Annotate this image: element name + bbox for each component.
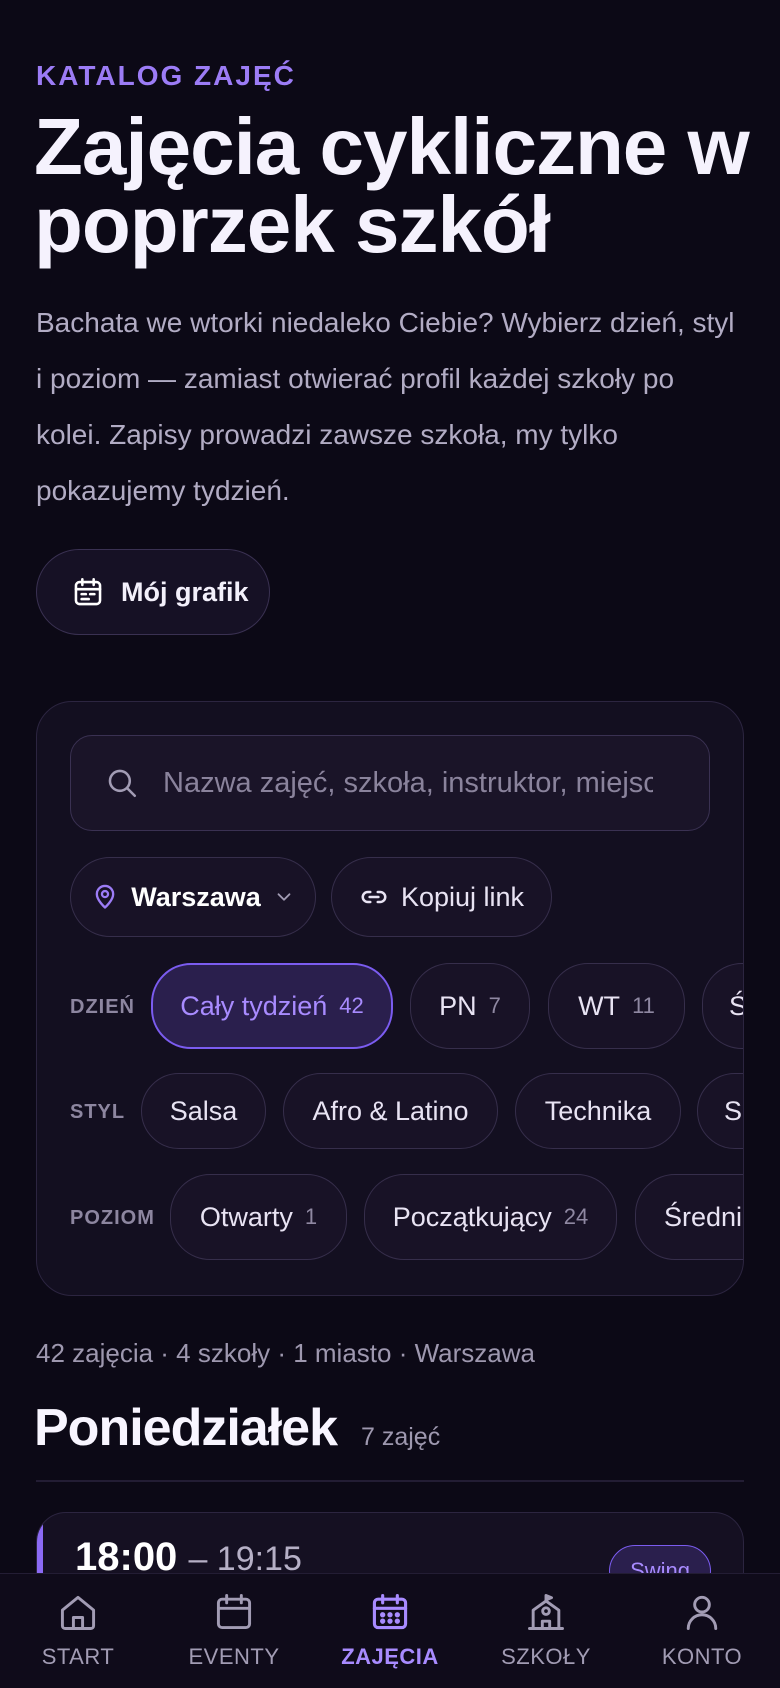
chevron-down-icon	[277, 893, 291, 901]
copy-link-label: Kopiuj link	[400, 881, 525, 912]
chip-label: Otwarty	[199, 1201, 293, 1232]
divider	[36, 1480, 744, 1482]
day-chip-mon[interactable]: PN 7	[410, 963, 530, 1049]
class-catalog-page: KATALOG ZAJĘĆ Zajęcia cykliczne w poprze…	[0, 0, 780, 1688]
tab-label: EVENTY	[188, 1644, 280, 1669]
calendar-grid-icon	[372, 1593, 408, 1630]
style-chip-afro-latino[interactable]: Afro & Latino	[283, 1073, 498, 1149]
my-schedule-label: Mój grafik	[121, 576, 249, 607]
style-chip-salsa[interactable]: Salsa	[141, 1073, 266, 1149]
chip-label: WT	[578, 990, 621, 1021]
chip-count: 7	[488, 993, 501, 1018]
tab-account[interactable]: KONTO	[624, 1574, 780, 1688]
chip-label: Salsa	[169, 1095, 238, 1126]
search-icon	[108, 769, 137, 798]
level-chip-open[interactable]: Otwarty 1	[170, 1174, 347, 1260]
style-chip-technika[interactable]: Technika	[515, 1073, 681, 1149]
school-icon	[528, 1594, 564, 1630]
calendar-icon	[216, 1594, 252, 1630]
filter-panel: Warszawa Kopiuj link DZIEŃ Cały tydzień …	[36, 701, 744, 1296]
tab-label: SZKOŁY	[501, 1644, 591, 1669]
eyebrow: KATALOG ZAJĘĆ	[36, 60, 296, 91]
chip-count: 42	[339, 993, 364, 1018]
chip-label: Technika	[544, 1095, 652, 1126]
copy-link-button[interactable]: Kopiuj link	[331, 857, 552, 937]
home-icon	[60, 1595, 96, 1630]
tab-start[interactable]: START	[0, 1574, 156, 1688]
chip-label: Średni	[664, 1201, 743, 1232]
chip-count: 24	[563, 1204, 589, 1229]
day-header: Poniedziałek 7 zajęć	[34, 1398, 440, 1458]
page-title: Zajęcia cykliczne w poprzek szkół	[34, 102, 750, 269]
chip-label: Początkujący	[392, 1201, 552, 1232]
day-chip-tue[interactable]: WT 11	[548, 963, 685, 1049]
tab-label: ZAJĘCIA	[341, 1644, 439, 1669]
chip-label: PN	[439, 990, 477, 1021]
chip-label: Cały tydzień	[180, 990, 328, 1021]
day-class-count: 7 zajęć	[361, 1423, 441, 1451]
day-filter-label: DZIEŃ	[70, 996, 135, 1018]
link-icon	[361, 890, 387, 904]
search-box	[70, 735, 710, 831]
chip-count: 11	[632, 993, 655, 1018]
lead-text: Bachata we wtorki niedaleko Ciebie? Wybi…	[36, 307, 735, 506]
results-summary: 42 zajęcia · 4 szkoły · 1 miasto · Warsz…	[36, 1338, 535, 1368]
user-icon	[686, 1595, 718, 1630]
chip-label: Ś	[729, 991, 743, 1022]
calendar-icon	[74, 577, 102, 606]
tab-label: KONTO	[661, 1644, 743, 1669]
level-filter-label: POZIOM	[70, 1207, 155, 1229]
day-chip-wed[interactable]: Ś	[702, 963, 743, 1049]
tab-classes[interactable]: ZAJĘCIA	[312, 1574, 468, 1688]
day-chip-all[interactable]: Cały tydzień 42	[151, 963, 393, 1049]
search-input[interactable]	[163, 766, 653, 800]
tab-label: START	[41, 1644, 115, 1669]
level-chip-beginner[interactable]: Początkujący 24	[364, 1174, 617, 1260]
chip-label: Afro & Latino	[312, 1095, 469, 1126]
level-chip-intermediate[interactable]: Średni	[635, 1174, 743, 1260]
my-schedule-button[interactable]: Mój grafik	[36, 549, 270, 635]
chip-label: S	[724, 1095, 743, 1126]
chip-count: 1	[304, 1204, 318, 1229]
tab-events[interactable]: EVENTY	[156, 1574, 312, 1688]
city-label: Warszawa	[131, 881, 261, 912]
bottom-tab-bar: START EVENTY ZAJĘCIA SZKOŁY KONTO	[0, 1573, 780, 1688]
tab-schools[interactable]: SZKOŁY	[468, 1574, 624, 1688]
style-filter-label: STYL	[70, 1101, 126, 1123]
day-title: Poniedziałek	[34, 1399, 338, 1457]
city-select[interactable]: Warszawa	[70, 857, 316, 937]
style-chip-more[interactable]: S	[697, 1073, 743, 1149]
map-pin-icon	[95, 884, 115, 909]
